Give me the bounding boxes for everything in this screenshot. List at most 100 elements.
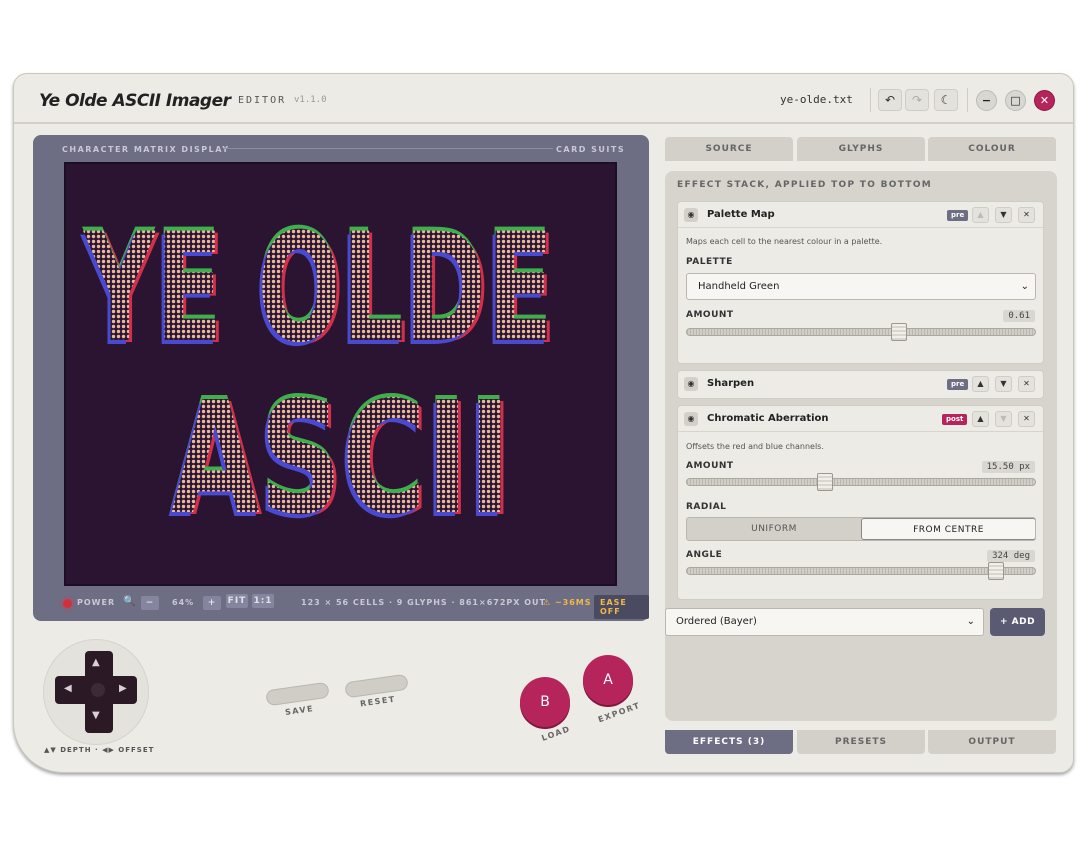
radial-option-from-centre[interactable]: FROM CENTRE — [861, 518, 1035, 540]
angle-label: ANGLE — [686, 550, 723, 560]
minimize-icon: − — [981, 94, 992, 107]
zoom-in-button[interactable]: + — [203, 596, 221, 610]
ascii-art-render: YE OLDE YE OLDE YE OLDE YE OLDE ASCII AS… — [80, 198, 557, 553]
reset-button[interactable] — [344, 673, 409, 699]
redo-button[interactable]: ↷ — [905, 89, 929, 111]
palette-label: PALETTE — [686, 257, 733, 267]
undo-icon: ↶ — [884, 93, 896, 107]
add-effect-select[interactable]: Ordered (Bayer) ⌄ — [665, 608, 984, 636]
magnifier-icon: 🔍 — [123, 596, 137, 607]
redo-icon: ↷ — [911, 93, 923, 107]
effect-name: Palette Map — [707, 209, 775, 220]
app-version: v1.1.0 — [294, 95, 327, 105]
dpad-up-icon[interactable]: ▲ — [92, 657, 100, 668]
app-window: Ye Olde ASCII Imager EDITOR v1.1.0 ye-ol… — [13, 73, 1074, 773]
effect-card-header: ◉ Chromatic Aberration post ▲ ▼ ✕ — [678, 406, 1043, 432]
effect-card-sharpen: ◉ Sharpen pre ▲ ▼ ✕ — [677, 370, 1044, 399]
slider-thumb[interactable] — [817, 473, 834, 491]
undo-button[interactable]: ↶ — [878, 89, 902, 111]
amount-slider[interactable] — [686, 323, 1036, 341]
tab-colour[interactable]: COLOUR — [928, 137, 1056, 161]
effect-description: Maps each cell to the nearest colour in … — [686, 237, 883, 246]
chevron-down-icon: ⌄ — [1020, 281, 1029, 292]
effect-description: Offsets the red and blue channels. — [686, 442, 824, 451]
toolbar-divider — [870, 88, 871, 112]
radial-segmented-control: UNIFORM FROM CENTRE — [686, 517, 1036, 541]
effect-card-chromatic-aberration: ◉ Chromatic Aberration post ▲ ▼ ✕ Offset… — [677, 405, 1044, 600]
visibility-icon[interactable]: ◉ — [684, 412, 698, 426]
tab-output[interactable]: OUTPUT — [928, 730, 1056, 754]
add-effect-button[interactable]: + ADD — [990, 608, 1045, 636]
effects-panel: EFFECT STACK, APPLIED TOP TO BOTTOM ◉ Pa… — [665, 171, 1057, 721]
fit-button[interactable]: FIT — [226, 594, 248, 608]
angle-slider[interactable] — [686, 562, 1036, 580]
power-led — [63, 599, 72, 608]
move-up-button[interactable]: ▲ — [972, 376, 989, 392]
power-label: POWER — [77, 598, 116, 607]
dpad-right-icon[interactable]: ▶ — [119, 683, 127, 694]
display-frame: CHARACTER MATRIX DISPLAY CARD SUITS YE O… — [33, 135, 649, 621]
actual-size-button[interactable]: 1:1 — [252, 594, 274, 608]
tab-presets[interactable]: PRESETS — [797, 730, 925, 754]
amount-label: AMOUNT — [686, 310, 734, 320]
dpad-center — [91, 683, 105, 697]
slider-thumb[interactable] — [987, 562, 1004, 580]
tab-glyphs[interactable]: GLYPHS — [797, 137, 925, 161]
display-label: CHARACTER MATRIX DISPLAY — [62, 145, 230, 154]
zoom-out-button[interactable]: − — [141, 596, 159, 610]
effect-stack-heading: EFFECT STACK, APPLIED TOP TO BOTTOM — [677, 180, 933, 190]
radial-option-uniform[interactable]: UNIFORM — [687, 518, 861, 540]
stage-badge: post — [942, 414, 968, 425]
art-line-2: ASCII — [171, 368, 511, 549]
visibility-icon[interactable]: ◉ — [684, 208, 698, 222]
ease-toggle[interactable]: EASE OFF — [594, 595, 649, 619]
export-button[interactable]: A — [583, 655, 633, 705]
save-button[interactable] — [265, 681, 330, 707]
amount-slider[interactable] — [686, 473, 1036, 491]
visibility-icon[interactable]: ◉ — [684, 377, 698, 391]
close-button[interactable]: ✕ — [1034, 90, 1055, 111]
slider-thumb[interactable] — [890, 323, 907, 341]
move-down-button[interactable]: ▼ — [995, 411, 1012, 427]
filename: ye-olde.txt — [780, 93, 853, 106]
move-down-button[interactable]: ▼ — [995, 376, 1012, 392]
remove-effect-button[interactable]: ✕ — [1018, 411, 1035, 427]
moon-icon: ☾ — [940, 93, 952, 107]
zoom-level: 64% — [172, 598, 195, 607]
dpad-caption: ▲▼ DEPTH · ◀▶ OFFSET — [44, 746, 155, 754]
maximize-button[interactable]: □ — [1005, 90, 1026, 111]
close-icon: ✕ — [1039, 94, 1050, 107]
remove-effect-button[interactable]: ✕ — [1018, 376, 1035, 392]
app-subtitle: EDITOR — [238, 95, 287, 106]
tab-effects[interactable]: EFFECTS (3) — [665, 730, 793, 754]
display-label-rule — [223, 148, 553, 149]
remove-effect-button[interactable]: ✕ — [1018, 207, 1035, 223]
dpad-down-icon[interactable]: ▼ — [92, 710, 100, 721]
art-line-1: YE OLDE — [83, 202, 554, 376]
amount-value: 0.61 — [1003, 310, 1035, 322]
chevron-down-icon: ⌄ — [966, 616, 975, 627]
character-matrix-screen[interactable]: YE OLDE YE OLDE YE OLDE YE OLDE ASCII AS… — [64, 162, 617, 586]
maximize-icon: □ — [1010, 94, 1021, 107]
stage-badge: pre — [947, 379, 969, 390]
effect-card-palette-map: ◉ Palette Map pre ▲ ▼ ✕ Maps each cell t… — [677, 201, 1044, 364]
effect-card-header: ◉ Palette Map pre ▲ ▼ ✕ — [678, 202, 1043, 228]
palette-select[interactable]: Handheld Green ⌄ — [686, 273, 1036, 300]
move-down-button[interactable]: ▼ — [995, 207, 1012, 223]
amount-value: 15.50 px — [981, 461, 1035, 473]
effect-card-header: ◉ Sharpen pre ▲ ▼ ✕ — [678, 371, 1043, 397]
move-up-button[interactable]: ▲ — [972, 207, 989, 223]
effect-name: Sharpen — [707, 378, 755, 389]
theme-toggle-button[interactable]: ☾ — [934, 89, 958, 111]
add-effect-value: Ordered (Bayer) — [676, 616, 757, 627]
reset-label: RESET — [359, 694, 397, 709]
status-bar: POWER 🔍 − 64% + FIT 1:1 123 × 56 CELLS ·… — [33, 593, 649, 619]
glyph-set-label: CARD SUITS — [556, 145, 626, 154]
load-button[interactable]: B — [520, 677, 570, 727]
render-info: 123 × 56 CELLS · 9 GLYPHS · 861×672PX OU… — [301, 598, 546, 607]
amount-label: AMOUNT — [686, 461, 734, 471]
tab-source[interactable]: SOURCE — [665, 137, 793, 161]
minimize-button[interactable]: − — [976, 90, 997, 111]
dpad-left-icon[interactable]: ◀ — [64, 683, 72, 694]
move-up-button[interactable]: ▲ — [972, 411, 989, 427]
